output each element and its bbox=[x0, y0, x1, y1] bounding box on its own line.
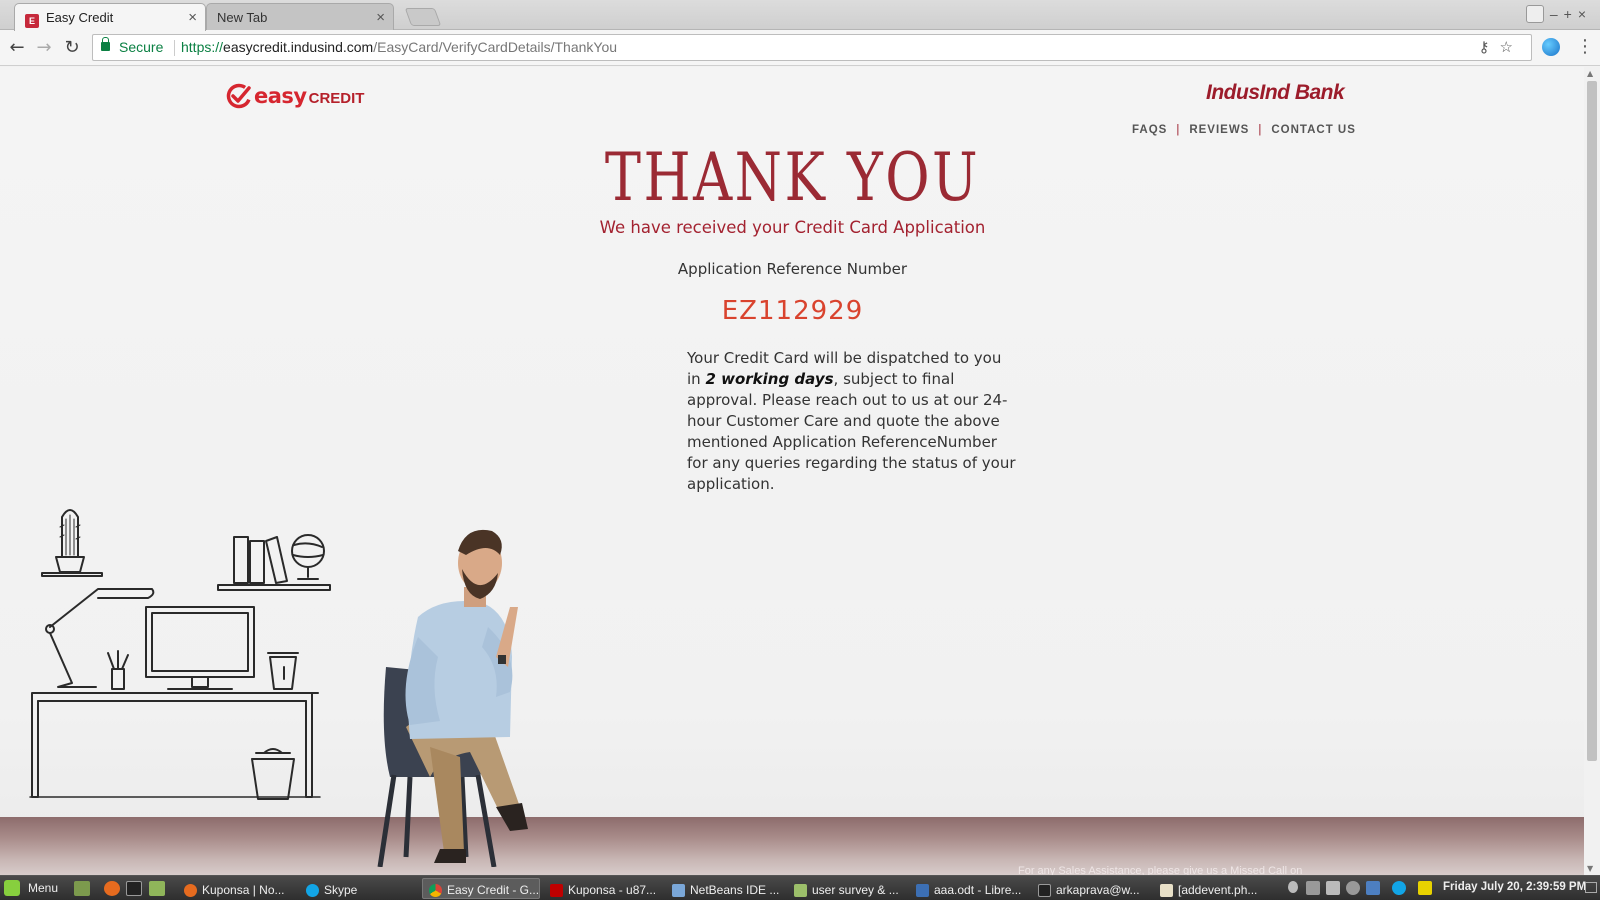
task-label: [addevent.ph... bbox=[1178, 883, 1258, 897]
nav-contact-us[interactable]: CONTACT US bbox=[1271, 124, 1356, 136]
task-label: Easy Credit - G... bbox=[447, 883, 540, 897]
task-label: Kuponsa - u87... bbox=[568, 883, 657, 897]
filezilla-icon bbox=[550, 883, 563, 897]
desk-illustration bbox=[29, 509, 331, 800]
easy-credit-favicon-icon: E bbox=[25, 14, 39, 28]
skype-icon bbox=[306, 883, 319, 897]
easy-credit-logo[interactable]: easy CREDIT bbox=[226, 81, 364, 111]
checkmark-logo-icon bbox=[226, 83, 252, 109]
folder-icon bbox=[794, 883, 807, 897]
seated-man-image bbox=[377, 529, 528, 867]
new-tab-button[interactable] bbox=[404, 8, 442, 26]
nav-faqs[interactable]: FAQS bbox=[1132, 124, 1167, 136]
mint-logo-icon bbox=[4, 880, 20, 896]
thank-you-heading: THANK YOU bbox=[604, 139, 981, 216]
task-label: user survey & ... bbox=[812, 883, 899, 897]
indusind-bank-logo[interactable]: IndusInd Bank bbox=[1206, 81, 1345, 105]
dispatch-message: Your Credit Card will be dispatched to y… bbox=[687, 348, 1017, 495]
reference-number-value: EZ112929 bbox=[721, 296, 864, 326]
url-scheme: https:// bbox=[181, 39, 224, 55]
taskbar-item[interactable]: [addevent.ph... bbox=[1154, 878, 1272, 899]
message-part: , subject to final approval. Please reac… bbox=[687, 370, 1016, 493]
top-navigation: FAQS | REVIEWS | CONTACT US bbox=[1132, 124, 1356, 136]
show-desktop-launcher-icon[interactable] bbox=[74, 881, 90, 896]
scroll-down-arrow-icon[interactable]: ▼ bbox=[1587, 864, 1593, 873]
taskbar-item[interactable]: NetBeans IDE ... bbox=[666, 878, 784, 899]
user-tray-icon[interactable] bbox=[1288, 881, 1298, 893]
page-scrollbar[interactable]: ▲ ▼ bbox=[1584, 67, 1600, 875]
logo-credit-text: CREDIT bbox=[308, 90, 365, 107]
scroll-up-arrow-icon[interactable]: ▲ bbox=[1587, 69, 1593, 78]
close-tab-icon[interactable]: × bbox=[376, 9, 385, 26]
shield-icon[interactable] bbox=[1366, 881, 1380, 895]
logo-easy-text: easy bbox=[254, 84, 307, 108]
volume-icon[interactable] bbox=[1326, 881, 1340, 895]
tab-new-tab[interactable]: New Tab × bbox=[206, 3, 394, 30]
profile-icon[interactable] bbox=[1526, 5, 1544, 23]
netbeans-icon bbox=[672, 883, 685, 897]
firefox-launcher-icon[interactable] bbox=[104, 881, 120, 896]
task-label: NetBeans IDE ... bbox=[690, 883, 780, 897]
sales-assistance-note: For any Sales Assistance, please give us… bbox=[1018, 865, 1303, 875]
browser-toolbar: ← → ↻ Secure https://easycredit.indusind… bbox=[0, 30, 1600, 66]
taskbar-item[interactable]: user survey & ... bbox=[788, 878, 906, 899]
tab-title: Easy Credit bbox=[46, 10, 114, 25]
libreoffice-writer-icon bbox=[916, 883, 929, 897]
taskbar-clock[interactable]: Friday July 20, 2:39:59 PM bbox=[1443, 881, 1586, 893]
taskbar-item[interactable]: Kuponsa - u87... bbox=[544, 878, 662, 899]
taskbar-item[interactable]: Skype bbox=[300, 878, 418, 899]
taskbar-item[interactable]: Kuponsa | No... bbox=[178, 878, 296, 899]
scrollbar-thumb[interactable] bbox=[1587, 81, 1597, 761]
nav-reviews[interactable]: REVIEWS bbox=[1189, 124, 1249, 136]
skype-tray-icon[interactable] bbox=[1392, 881, 1406, 895]
url-host: easycredit.indusind.com bbox=[223, 39, 374, 55]
taskbar-item[interactable]: Easy Credit - G... bbox=[422, 878, 540, 899]
menu-label: Menu bbox=[28, 881, 59, 895]
forward-icon[interactable]: → bbox=[33, 37, 55, 59]
network-wifi-icon[interactable] bbox=[1306, 881, 1320, 895]
reload-icon[interactable]: ↻ bbox=[61, 37, 83, 59]
close-tab-icon[interactable]: × bbox=[188, 9, 197, 26]
nav-divider: | bbox=[1258, 124, 1263, 136]
task-label: aaa.odt - Libre... bbox=[934, 883, 1022, 897]
page-viewport: easy CREDIT IndusInd Bank FAQS | REVIEWS | C… bbox=[0, 67, 1584, 875]
taskbar-item[interactable]: arkaprava@w... bbox=[1032, 878, 1150, 899]
tab-easy-credit[interactable]: E Easy Credit × bbox=[14, 3, 206, 31]
browser-menu-icon[interactable]: ⋮ bbox=[1576, 36, 1594, 57]
floor-background bbox=[0, 817, 1584, 875]
text-editor-icon bbox=[1160, 883, 1173, 897]
task-label: arkaprava@w... bbox=[1056, 883, 1140, 897]
reference-number-label: Application Reference Number bbox=[677, 260, 908, 278]
tab-title: New Tab bbox=[217, 10, 268, 25]
terminal-launcher-icon[interactable] bbox=[126, 881, 142, 896]
extension-globe-icon[interactable] bbox=[1542, 38, 1560, 56]
window-controls[interactable]: –+× bbox=[1550, 6, 1592, 22]
address-bar[interactable]: Secure https://easycredit.indusind.com/E… bbox=[92, 34, 1532, 61]
nav-divider: | bbox=[1176, 124, 1181, 136]
application-received-text: We have received your Credit Card Applic… bbox=[599, 218, 986, 237]
url-text[interactable]: https://easycredit.indusind.com/EasyCard… bbox=[181, 35, 617, 60]
os-taskbar: Menu Kuponsa | No... Skype Easy Credit -… bbox=[0, 875, 1600, 900]
browser-tab-strip: E Easy Credit × New Tab × –+× bbox=[0, 0, 1600, 31]
lock-icon bbox=[101, 37, 110, 51]
key-icon[interactable]: ⚷ bbox=[1479, 39, 1500, 56]
firefox-icon bbox=[184, 883, 197, 897]
secure-label: Secure bbox=[119, 39, 164, 55]
task-label: Kuponsa | No... bbox=[202, 883, 285, 897]
back-icon[interactable]: ← bbox=[6, 37, 28, 59]
chrome-icon bbox=[429, 883, 442, 897]
url-path: /EasyCard/VerifyCardDetails/ThankYou bbox=[373, 39, 618, 55]
show-desktop-icon[interactable] bbox=[1585, 882, 1597, 893]
start-menu-button[interactable]: Menu bbox=[4, 880, 58, 896]
working-days-emphasis: 2 working days bbox=[705, 370, 834, 388]
notes-tray-icon[interactable] bbox=[1418, 881, 1432, 895]
bookmark-star-icon[interactable]: ☆ bbox=[1500, 39, 1523, 56]
files-launcher-icon[interactable] bbox=[149, 881, 165, 896]
terminal-icon bbox=[1038, 883, 1051, 897]
taskbar-item[interactable]: aaa.odt - Libre... bbox=[910, 878, 1028, 899]
brightness-icon[interactable] bbox=[1346, 881, 1360, 895]
task-label: Skype bbox=[324, 883, 358, 897]
address-divider bbox=[174, 40, 175, 56]
